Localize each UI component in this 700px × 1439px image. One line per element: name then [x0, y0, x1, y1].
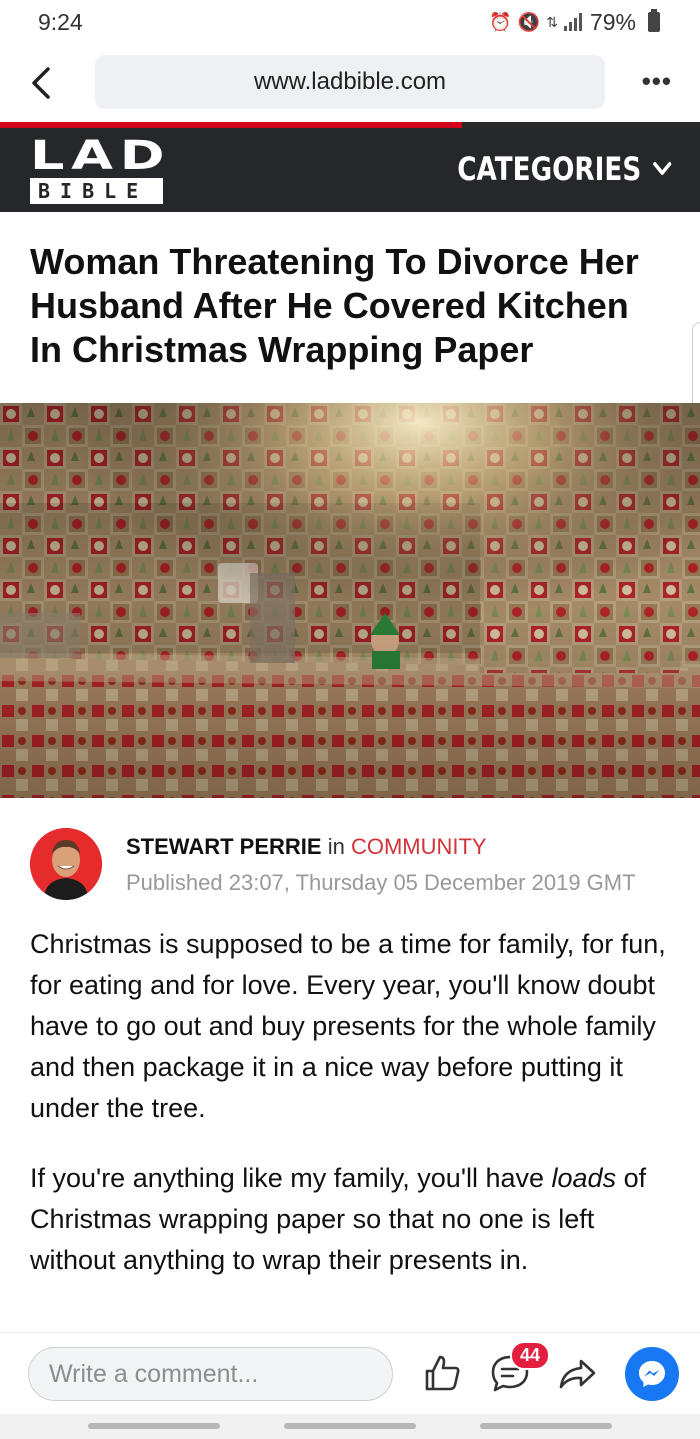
ladbible-logo[interactable]: LAD BIBLE [30, 136, 165, 208]
wrapped-kitchen-photo [0, 403, 700, 798]
author-name-link[interactable]: STEWART PERRIE [126, 834, 322, 859]
paragraph-text: If you're anything like my family, you'l… [30, 1163, 552, 1193]
status-indicators: ⏰ 🔇 ⇅ 79% [489, 9, 660, 36]
mute-icon: 🔇 [517, 11, 541, 32]
status-time: 9:24 [38, 8, 83, 35]
author-photo [30, 828, 102, 900]
share-icon [559, 1359, 596, 1389]
back-chevron-icon [32, 67, 50, 99]
battery-icon [648, 9, 660, 32]
back-button[interactable] [0, 44, 82, 122]
like-icon [425, 1355, 460, 1391]
comment-bar: Write a comment... 44 [0, 1332, 700, 1414]
status-icons: ⏰ 🔇 ⇅ [489, 12, 582, 33]
more-options-button[interactable]: ••• [642, 66, 672, 97]
system-navigation-bar [0, 1414, 700, 1439]
categories-menu-button[interactable]: CATEGORIES [457, 150, 672, 188]
like-button[interactable] [422, 1353, 462, 1393]
share-button[interactable] [557, 1353, 597, 1393]
messenger-icon [639, 1361, 665, 1387]
battery-percent: 79% [589, 8, 636, 35]
nav-recents-button[interactable] [88, 1423, 220, 1429]
logo-lad-text: LAD [30, 133, 172, 179]
article-headline: Woman Threatening To Divorce Her Husband… [30, 241, 639, 370]
comment-count-badge: 44 [510, 1341, 551, 1370]
emphasis-text: loads [551, 1163, 617, 1193]
comment-input[interactable]: Write a comment... [28, 1347, 393, 1401]
url-bar[interactable]: www.ladbible.com [95, 55, 605, 109]
categories-label: CATEGORIES [456, 150, 641, 188]
browser-toolbar: www.ladbible.com ••• [0, 44, 700, 122]
logo-bible-text: BIBLE [30, 178, 163, 204]
messenger-button[interactable] [625, 1347, 679, 1401]
author-line: STEWART PERRIE in COMMUNITY [126, 834, 487, 860]
category-link[interactable]: COMMUNITY [351, 834, 487, 859]
article-hero-image [0, 403, 700, 798]
site-header: LAD BIBLE CATEGORIES [0, 128, 700, 212]
status-bar: 9:24 ⏰ 🔇 ⇅ 79% [0, 0, 700, 44]
author-avatar[interactable] [30, 828, 102, 900]
chevron-down-icon [653, 162, 672, 175]
signal-icon [563, 13, 582, 31]
nav-home-button[interactable] [284, 1423, 416, 1429]
article-paragraph: Christmas is supposed to be a time for f… [30, 929, 666, 1123]
article-byline: STEWART PERRIE in COMMUNITY Published 23… [30, 828, 680, 900]
nav-back-button[interactable] [480, 1423, 612, 1429]
author-in-text: in [327, 834, 345, 859]
article-body: Christmas is supposed to be a time for f… [30, 924, 670, 1310]
published-date: Published 23:07, Thursday 05 December 20… [126, 870, 636, 895]
alarm-icon: ⏰ [489, 11, 512, 32]
article-paragraph: If you're anything like my family, you'l… [30, 1158, 670, 1281]
data-icon: ⇅ [546, 13, 558, 30]
